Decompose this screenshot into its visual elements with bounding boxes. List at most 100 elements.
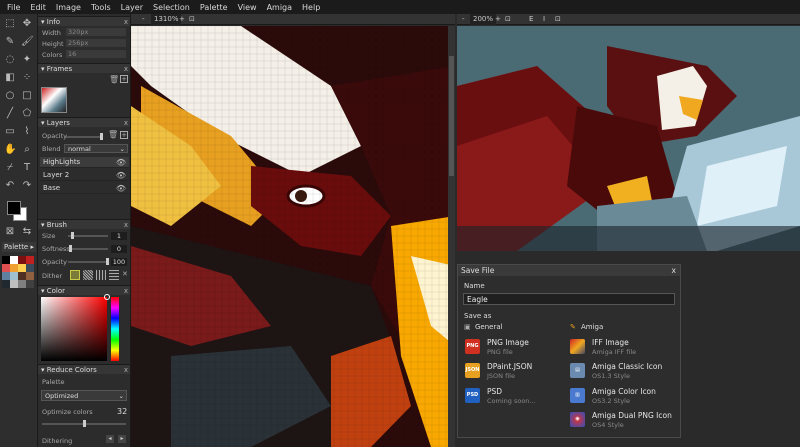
prev-icon[interactable]: ◂ [106, 435, 114, 443]
layer-row[interactable]: HighLights 👁 [40, 157, 129, 168]
close-icon[interactable]: x [124, 220, 128, 230]
magic-wand-icon[interactable]: ✦ [21, 54, 33, 66]
zoom-in-icon[interactable]: + [179, 14, 185, 25]
trash-icon[interactable]: 🗑 [109, 75, 119, 84]
fill-tool-icon[interactable]: ◧ [4, 72, 16, 84]
smudge-tool-icon[interactable]: ⌇ [21, 126, 33, 138]
softness-slider[interactable] [68, 248, 108, 250]
save-dpaint-json-option[interactable]: JSON DPaint.JSON JSON file [462, 361, 562, 381]
brush-header[interactable]: ▾ Brush x [38, 219, 130, 230]
canvas2-i-button[interactable]: I [543, 14, 545, 25]
frames-header[interactable]: ▾ Frames x [38, 63, 130, 73]
save-amiga-dual-png-icon-option[interactable]: ◉ Amiga Dual PNG Icon OS4 Style [568, 410, 678, 430]
layer-opacity-slider[interactable] [66, 136, 102, 138]
close-icon[interactable]: x [124, 118, 128, 128]
layer-row[interactable]: Base 👁 [40, 183, 129, 194]
menu-selection[interactable]: Selection [153, 3, 190, 12]
preview-canvas[interactable] [457, 26, 800, 251]
canvas1-scrollbar[interactable] [448, 26, 455, 447]
canvas1-zoom[interactable]: 1310% [151, 14, 182, 25]
save-amiga-classic-icon-option[interactable]: ▤ Amiga Classic Icon OS1.3 Style [568, 361, 678, 381]
close-icon[interactable]: x [672, 265, 676, 276]
lasso-tool-icon[interactable]: ◌ [4, 54, 16, 66]
brush-opacity-input[interactable]: 100 [111, 258, 127, 266]
menu-palette[interactable]: Palette [200, 3, 228, 12]
palette-select[interactable]: Optimized ⌄ [41, 390, 127, 401]
trash-icon[interactable]: 🗑 [108, 130, 118, 139]
blend-select[interactable]: normal ⌄ [64, 144, 128, 153]
softness-input[interactable]: 0 [111, 245, 127, 253]
layer-opacity-knob[interactable] [100, 133, 103, 140]
reset-colors-icon[interactable]: ⊠ [4, 226, 16, 238]
menu-tools[interactable]: Tools [91, 3, 111, 12]
redo-icon[interactable]: ↷ [21, 180, 33, 192]
palette-tab[interactable]: Palette ▸ [2, 242, 36, 252]
next-icon[interactable]: ▸ [118, 435, 126, 443]
foreground-color-swatch[interactable] [7, 201, 21, 215]
size-slider[interactable] [68, 235, 108, 237]
save-png-option[interactable]: PNG PNG Image PNG file [462, 337, 562, 357]
menu-image[interactable]: Image [56, 3, 81, 12]
menu-view[interactable]: View [238, 3, 257, 12]
eye-icon[interactable]: 👁 [116, 157, 126, 168]
close-icon[interactable]: x [124, 17, 128, 27]
color-header[interactable]: ▾ Color x [38, 285, 130, 296]
hue-slider[interactable] [111, 297, 119, 361]
add-layer-icon[interactable]: + [120, 131, 128, 139]
select-tool-icon[interactable]: ⬚ [4, 18, 16, 30]
save-iff-option[interactable]: IFF Image Amiga IFF file [568, 337, 678, 357]
text-tool-icon[interactable]: T [21, 162, 33, 174]
save-psd-option[interactable]: PSD PSD Coming soon... [462, 386, 562, 406]
eye-icon[interactable]: 👁 [116, 170, 126, 181]
eye-icon[interactable]: 👁 [116, 183, 126, 194]
fit-icon[interactable]: ⊡ [505, 14, 511, 25]
size-knob[interactable] [71, 232, 74, 239]
eraser-tool-icon[interactable]: ▭ [4, 126, 16, 138]
fit-icon[interactable]: ⊡ [189, 14, 195, 25]
polygon-tool-icon[interactable]: ⬠ [21, 108, 33, 120]
brush-opacity-knob[interactable] [106, 258, 109, 265]
menu-file[interactable]: File [7, 3, 20, 12]
canvas2-zoom[interactable]: 200% [470, 14, 497, 25]
circle-tool-icon[interactable]: ○ [4, 90, 16, 102]
info-header[interactable]: ▾ Info x [38, 16, 130, 27]
menu-edit[interactable]: Edit [30, 3, 46, 12]
zoom-in-icon[interactable]: + [495, 14, 501, 25]
brush-tool-icon[interactable]: 🖌 [21, 36, 34, 48]
color-picker-area[interactable] [41, 297, 107, 361]
palette-grid[interactable] [2, 256, 36, 296]
add-frame-icon[interactable]: + [120, 75, 128, 83]
dither-pattern-3[interactable] [96, 270, 106, 280]
softness-knob[interactable] [69, 245, 72, 252]
swap-colors-icon[interactable]: ⇆ [21, 226, 33, 238]
close-icon[interactable]: x [124, 365, 128, 375]
dither-pattern-4[interactable] [109, 270, 119, 280]
eyedropper-tool-icon[interactable]: ⌿ [4, 162, 16, 174]
name-input[interactable]: Eagle [463, 293, 675, 305]
canvas2-e-button[interactable]: E [529, 14, 533, 25]
brush-opacity-slider[interactable] [68, 261, 108, 263]
pencil-tool-icon[interactable]: ✎ [4, 36, 16, 48]
reduce-colors-header[interactable]: ▾ Reduce Colors x [38, 364, 130, 375]
dither-pattern-1[interactable] [70, 270, 80, 280]
zoom-out-icon[interactable]: - [462, 14, 465, 25]
rectangle-tool-icon[interactable]: □ [21, 90, 33, 102]
zoom-out-icon[interactable]: - [142, 14, 145, 25]
dither-pattern-2[interactable] [83, 270, 93, 280]
menu-amiga[interactable]: Amiga [267, 3, 292, 12]
menu-help[interactable]: Help [302, 3, 320, 12]
zoomed-canvas[interactable] [131, 26, 455, 447]
optimize-knob[interactable] [83, 420, 86, 427]
undo-icon[interactable]: ↶ [4, 180, 16, 192]
spray-tool-icon[interactable]: ⁘ [21, 72, 33, 84]
line-tool-icon[interactable]: ╱ [4, 108, 16, 120]
layers-header[interactable]: ▾ Layers x [38, 117, 130, 128]
grid-icon[interactable]: ⊡ [555, 14, 561, 25]
zoom-tool-icon[interactable]: ⌕ [21, 144, 33, 156]
hand-tool-icon[interactable]: ✋ [4, 144, 16, 156]
dialog-title-bar[interactable]: Save File x [458, 265, 680, 276]
layer-row[interactable]: Layer 2 👁 [40, 170, 129, 181]
close-icon[interactable]: x [124, 286, 128, 296]
menu-layer[interactable]: Layer [121, 3, 143, 12]
save-amiga-color-icon-option[interactable]: ▥ Amiga Color Icon OS3.2 Style [568, 386, 678, 406]
